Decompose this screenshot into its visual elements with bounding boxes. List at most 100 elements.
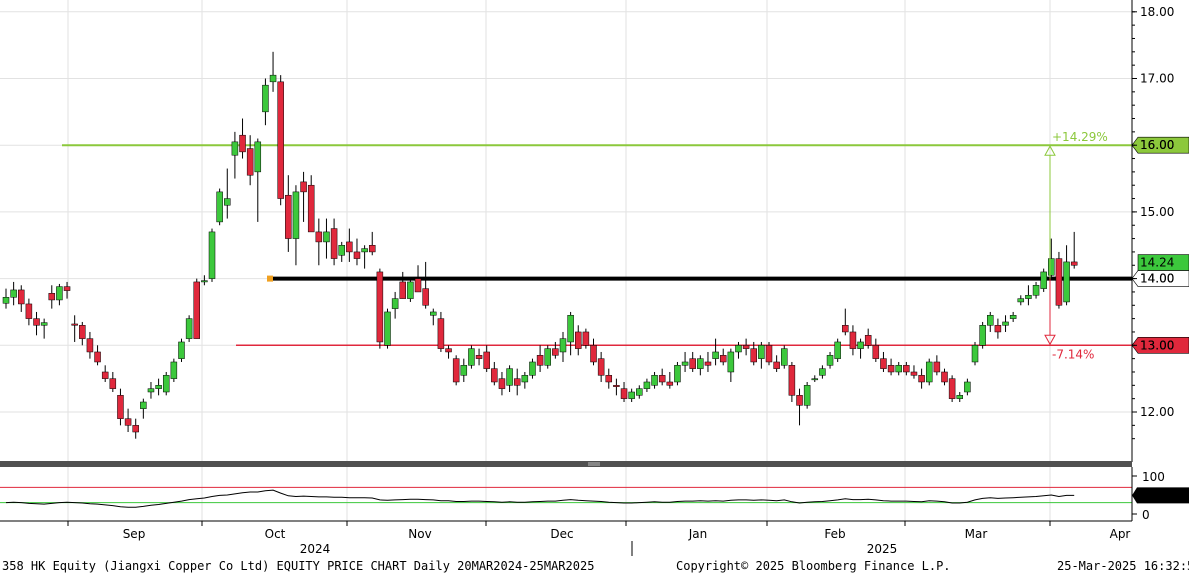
candle-up [735,345,742,353]
ytick-label: 17.00 [1140,72,1174,86]
candle-down [552,348,559,356]
candle-up [460,365,468,376]
candle-up [56,286,63,301]
candle-up [185,318,193,339]
candle-up [2,297,10,304]
candle-up [361,248,368,253]
candle-down [330,228,338,259]
candle-up [1063,261,1070,303]
year-label: 2025 [867,542,898,556]
price-chart: +14.29%-7.14%16.0014.2414.0013.00 12.001… [0,0,1189,557]
candle-down [750,348,757,363]
candle-down [475,355,483,359]
candle-down [491,368,498,383]
candle-up [697,358,704,369]
candle-up [140,401,147,409]
candle-up [559,338,567,353]
candle-down [437,318,445,349]
panel-divider[interactable] [0,461,1132,467]
candle-down [86,338,94,353]
candle-up [254,141,262,173]
candle-down [742,345,750,349]
candle-down [849,331,857,349]
ytick-label: 16.00 [1140,138,1174,152]
candle-up [971,345,979,363]
price-axis: 12.00 13.00 14.00 15.00 16.00 17.00 18.00 [1131,0,1174,462]
candle-up [819,368,826,376]
candle-down [872,345,880,359]
candle-down [796,395,803,406]
candle-up [567,315,574,343]
candle-up [781,348,788,366]
chart-title: 358 HK Equity (Jiangxi Copper Co Ltd) EQ… [2,559,595,573]
xtick-label: Apr [1110,527,1131,541]
candle-down [117,395,124,419]
candle-down [71,323,78,326]
candle-down [307,184,315,233]
copyright-text: Copyright© 2025 Bloomberg Finance L.P. [676,559,951,573]
candle-up [544,348,551,366]
ytick-label: 12.00 [1140,405,1174,419]
candle-down [590,345,597,363]
candle-up [964,381,971,393]
candle-down [689,358,696,369]
candle-up [651,375,658,386]
lower-pct-label: -7.14% [1052,347,1094,361]
xtick-label: Oct [265,527,286,541]
candle-up [979,325,986,346]
candle-up [628,391,635,399]
candle-down [368,245,376,253]
candle-down [483,351,490,369]
candle-up [681,361,689,366]
candle-up [803,385,811,406]
candle-down [277,81,284,199]
candle-up [407,281,414,299]
candle-down [788,365,796,396]
candle-up [391,298,399,309]
candle-down [452,358,460,383]
xtick-label: Jan [688,527,708,541]
year-label: 2024 [300,542,331,556]
candle-down [536,355,544,366]
candle-up [727,351,735,373]
candle-up [1017,298,1025,303]
candle-down [353,251,361,259]
candle-down [620,388,628,399]
candle-up [170,361,178,379]
candle-up [1025,295,1032,299]
candle-down [880,358,887,369]
candle-up [155,385,162,389]
candle-up [178,341,185,359]
candle-down [941,371,948,383]
candle-down [18,289,25,305]
xtick-label: Feb [824,527,845,541]
candle-down [765,345,773,363]
candle-down [239,134,246,153]
candle-up [384,311,391,346]
candle-down [887,365,895,373]
ytick-label: 18.00 [1140,5,1174,19]
candle-up [147,388,155,393]
candle-up [162,375,170,393]
timestamp-text: 25-Mar-2025 16:32:53 [1057,559,1189,573]
candle-down [79,325,86,339]
candle-up [208,231,216,279]
candle-down [666,381,674,386]
candle-up [40,322,48,326]
rsi-last-label: 64.4705 [1139,488,1189,502]
xtick-label: Mar [965,527,988,541]
candle-down [315,231,323,243]
last-price-label: 14.24 [1140,256,1174,270]
ytick-label: 14.00 [1140,272,1174,286]
candle-down [414,278,422,293]
candle-up [811,378,819,381]
candle-down [285,194,292,239]
candle-up [269,74,277,83]
candle-up [987,315,994,326]
xtick-label: Nov [408,527,431,541]
candle-down [422,288,429,306]
candle-down [94,351,101,363]
candle-up [521,375,529,383]
candle-down [513,378,521,386]
candle-down [658,375,666,383]
